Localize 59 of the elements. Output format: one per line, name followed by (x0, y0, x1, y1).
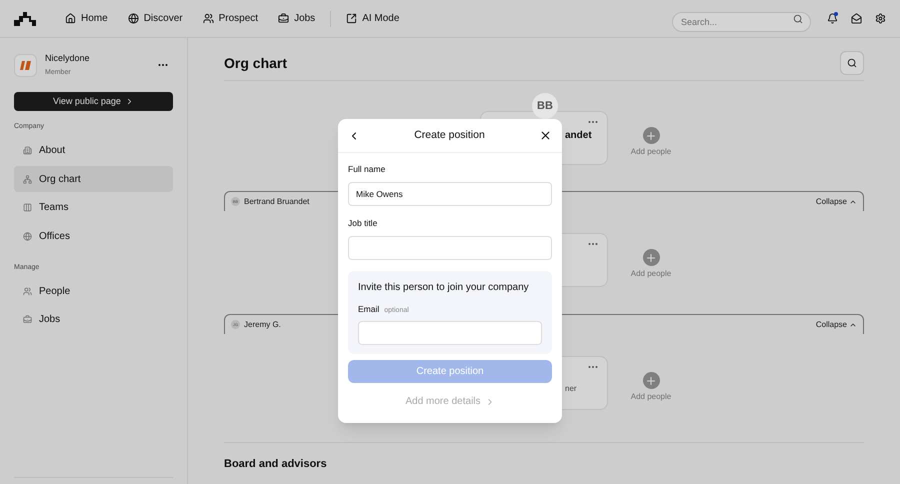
org-chart-icon (23, 174, 32, 184)
group-manager-name: Jeremy G. (244, 318, 281, 330)
add-people-button[interactable] (642, 127, 660, 144)
search-icon (793, 14, 803, 24)
sidebar-item[interactable]: Offices (14, 223, 173, 249)
nav-link[interactable]: Jobs (269, 6, 324, 30)
sidebar-item[interactable]: About (14, 138, 173, 164)
text-field[interactable]: Mike Owens (348, 182, 552, 206)
globe-icon (23, 232, 32, 240)
invite-title: Invite this person to join your company (358, 280, 530, 294)
globe-icon (128, 13, 139, 24)
dialog-title: Create position (414, 128, 485, 143)
view-public-page-button[interactable]: View public page (14, 92, 173, 111)
person-name: andet (565, 129, 592, 143)
logo-icon[interactable] (14, 12, 36, 26)
person-name: ner (565, 383, 577, 395)
briefcase-icon (23, 315, 32, 324)
page-title: Org chart (224, 54, 288, 73)
company-name: Nicelydone (45, 52, 90, 65)
collapse-button[interactable]: Collapse (816, 196, 857, 208)
nav-link[interactable]: Home (56, 6, 117, 30)
users-icon (23, 286, 32, 296)
sidebar-item[interactable]: Jobs (14, 306, 173, 332)
sidebar-item[interactable]: People (14, 278, 173, 304)
close-icon[interactable] (539, 129, 552, 142)
sidebar-item[interactable]: Teams (14, 194, 173, 220)
add-people-label: Add people (630, 268, 672, 280)
section-heading: Board and advisors (224, 457, 328, 472)
inbox-icon[interactable] (851, 13, 862, 24)
plus-icon (645, 252, 657, 264)
collapse-button[interactable]: Collapse (816, 318, 857, 330)
email-field[interactable] (358, 321, 542, 345)
settings-icon[interactable] (875, 13, 886, 24)
users-icon (202, 13, 214, 24)
search-button[interactable] (840, 51, 864, 75)
building-icon (23, 146, 32, 155)
email-label: Email (358, 302, 380, 316)
add-people-button[interactable] (642, 249, 660, 266)
home-icon (65, 13, 76, 24)
group-manager-name: Bertrand Bruandet (244, 196, 310, 208)
avatar: BB (532, 93, 558, 119)
nav-link[interactable]: Prospect (194, 6, 268, 30)
company-logo (14, 54, 37, 76)
columns-icon (23, 203, 32, 212)
field-label: Full name (348, 163, 386, 176)
plus-icon (645, 130, 657, 142)
search-icon (847, 58, 857, 68)
sidebar-item[interactable]: Org chart (14, 166, 173, 192)
add-people-label: Add people (630, 391, 672, 403)
briefcase-icon (278, 13, 290, 24)
add-people-label: Add people (630, 146, 672, 158)
bell-icon[interactable] (827, 13, 838, 24)
nav-link[interactable]: Discover (118, 6, 192, 30)
search-field[interactable]: Search... (672, 12, 811, 32)
text-field[interactable] (348, 236, 552, 260)
field-label: Job title (348, 216, 378, 230)
nav-link[interactable]: AI Mode (337, 6, 408, 30)
add-people-button[interactable] (642, 372, 660, 389)
plus-icon (645, 374, 657, 386)
